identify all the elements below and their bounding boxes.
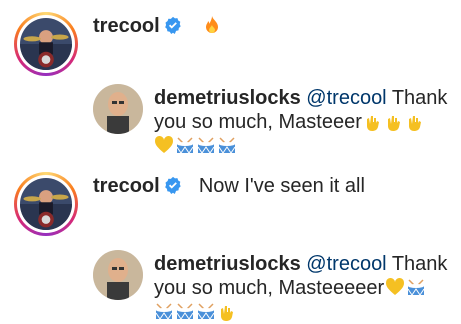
drum-emoji-icon: [218, 137, 236, 154]
mention-link[interactable]: @trecool: [306, 87, 386, 109]
comment-text: trecool: [93, 14, 222, 38]
drum-emoji-icon: [155, 303, 173, 320]
comment-username[interactable]: trecool: [93, 15, 160, 37]
mention-link[interactable]: @trecool: [306, 253, 386, 275]
comment-body: Now I've seen it all: [198, 175, 365, 197]
rock-hand-emoji-icon: [366, 116, 379, 131]
rock-hand-emoji-icon: [408, 116, 421, 131]
yellow-heart-emoji-icon: [386, 277, 405, 295]
comment-body: Thank: [386, 253, 448, 275]
user-avatar[interactable]: [93, 250, 143, 300]
drum-emoji-icon: [407, 279, 425, 296]
user-avatar[interactable]: [14, 172, 78, 236]
comment-text: demetriuslocks @trecool Thank you so muc…: [154, 252, 454, 324]
drummer-avatar-image: [20, 178, 72, 230]
comment-body: you so much, Masteeeeer: [154, 277, 385, 299]
verified-badge-icon: [164, 176, 181, 194]
comment-username[interactable]: demetriuslocks: [154, 87, 301, 109]
comment-body: you so much, Masteeer: [154, 111, 362, 133]
drum-emoji-icon: [197, 303, 215, 320]
drum-emoji-icon: [197, 137, 215, 154]
fire-emoji-icon: [205, 16, 218, 33]
yellow-heart-emoji-icon: [154, 135, 174, 153]
user-avatar[interactable]: [14, 12, 78, 76]
rock-hand-emoji-icon: [221, 306, 233, 321]
comment-text: demetriuslocks @trecool Thank you so muc…: [154, 86, 454, 158]
drummer-avatar-image: [20, 18, 72, 70]
man-avatar-image: [93, 250, 143, 300]
comment-text: trecool Now I've seen it all: [93, 174, 365, 198]
comment-username[interactable]: demetriuslocks: [154, 253, 301, 275]
drum-emoji-icon: [176, 137, 194, 154]
drum-emoji-icon: [176, 303, 194, 320]
verified-badge-icon: [164, 16, 181, 34]
comment-username[interactable]: trecool: [93, 175, 160, 197]
rock-hand-emoji-icon: [387, 116, 400, 131]
comment-body: Thank: [386, 87, 448, 109]
